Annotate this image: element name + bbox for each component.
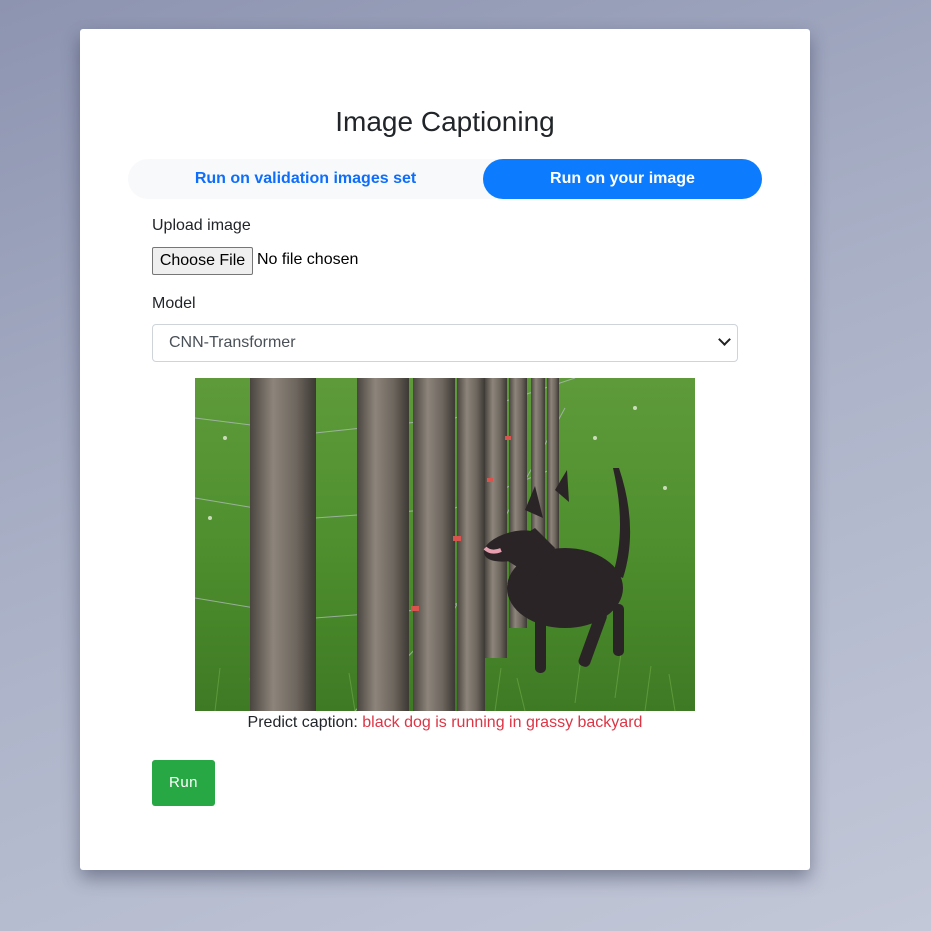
tab-bar: Run on validation images set Run on your… bbox=[128, 159, 762, 199]
caption-text: black dog is running in grassy backyard bbox=[362, 714, 643, 731]
predict-caption: Predict caption: black dog is running in… bbox=[80, 713, 810, 733]
run-button[interactable]: Run bbox=[152, 760, 215, 806]
model-select-value: CNN-Transformer bbox=[169, 334, 296, 351]
tab-your-image[interactable]: Run on your image bbox=[483, 159, 762, 199]
result-image bbox=[195, 378, 695, 711]
tab-validation-set[interactable]: Run on validation images set bbox=[128, 159, 483, 199]
upload-label: Upload image bbox=[152, 217, 251, 234]
file-status: No file chosen bbox=[257, 251, 359, 268]
main-card: Image Captioning Run on validation image… bbox=[80, 29, 810, 870]
model-select[interactable]: CNN-Transformer bbox=[152, 324, 738, 362]
page-title: Image Captioning bbox=[335, 106, 555, 137]
choose-file-button[interactable]: Choose File bbox=[152, 247, 253, 275]
caption-prefix: Predict caption: bbox=[247, 714, 358, 731]
model-label: Model bbox=[152, 295, 196, 312]
chevron-down-icon bbox=[718, 333, 731, 346]
